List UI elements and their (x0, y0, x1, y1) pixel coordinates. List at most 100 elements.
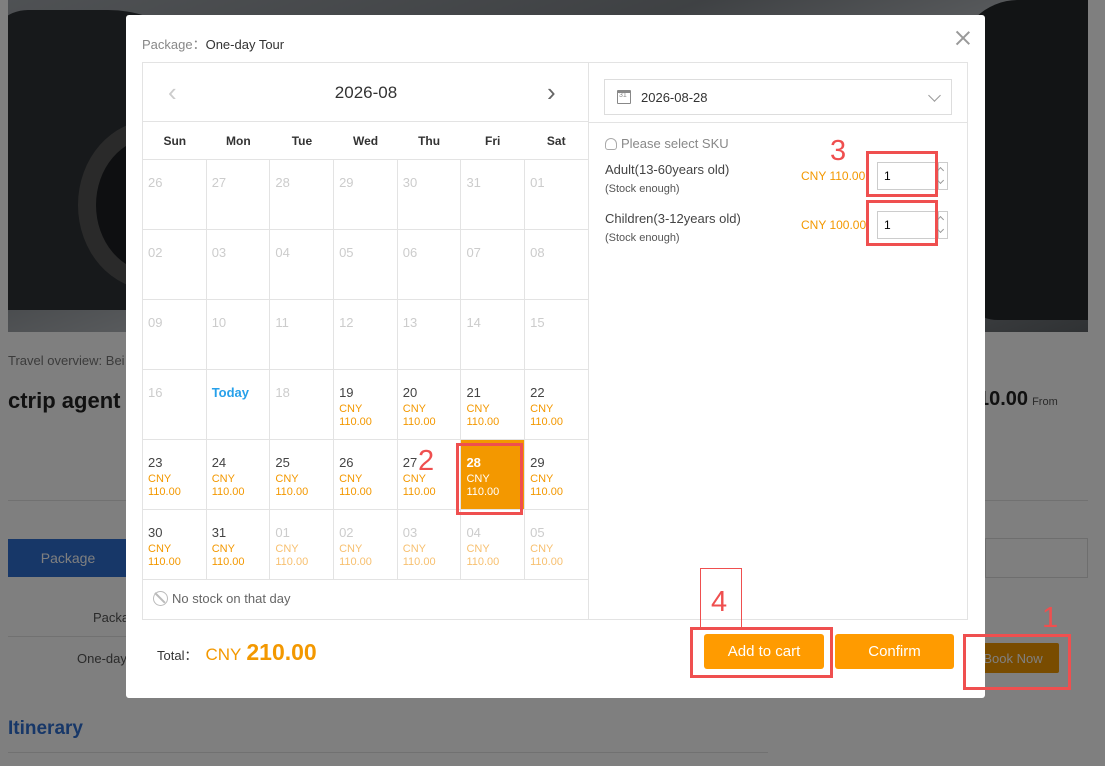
total: Total： CNY 210.00 (157, 639, 317, 666)
day-price: CNY 110.00 (339, 403, 372, 428)
day-number: 12 (339, 315, 354, 330)
calendar-day[interactable]: 04 CNY 110.00 (461, 510, 526, 580)
day-price: CNY 110.00 (402, 543, 436, 568)
date-select[interactable]: 2026-08-28 (604, 79, 952, 115)
day-price: CNY 110.00 (275, 543, 309, 568)
calendar-header: ‹ 2026-08 › (143, 63, 588, 122)
calendar-day[interactable]: 20 CNY 110.00 (397, 370, 462, 440)
calendar-day[interactable]: 30 CNY 110.00 (143, 510, 207, 580)
calendar-month: 2026-08 (334, 83, 398, 102)
annotation-number-2: 2 (418, 445, 435, 477)
day-number: 05 (339, 245, 354, 260)
calendar-day[interactable]: 29 CNY 110.00 (525, 440, 589, 510)
day-number: 01 (530, 175, 545, 190)
calendar-day: 03 (206, 230, 271, 300)
annotation-box-3b (866, 200, 938, 246)
annotation-number-3: 3 (830, 135, 847, 167)
day-number: 26 (148, 175, 163, 190)
calendar-day[interactable]: 19 CNY 110.00 (334, 370, 398, 440)
calendar-day[interactable]: 25 CNY 110.00 (270, 440, 335, 510)
calendar-day: 28 (270, 160, 335, 230)
sku-stock: (Stock enough) (605, 232, 680, 244)
calendar-day[interactable]: 26 CNY 110.00 (334, 440, 398, 510)
calendar-day: 13 (397, 300, 462, 370)
calendar-day[interactable]: 21 CNY 110.00 (461, 370, 526, 440)
package-name: One-day Tour (205, 37, 285, 52)
calendar-day: 29 (334, 160, 398, 230)
arrow-up-icon[interactable] (936, 215, 945, 224)
day-number: 30 (148, 525, 163, 540)
day-number: 19 (339, 385, 354, 400)
calendar-day: 06 (397, 230, 462, 300)
legend-text: No stock on that day (172, 591, 291, 606)
day-price: CNY 110.00 (466, 543, 500, 568)
weekday-label: Thu (418, 134, 441, 148)
day-number: 15 (530, 315, 545, 330)
day-number: 27 (211, 175, 227, 190)
day-number: 18 (275, 385, 290, 400)
calendar-day[interactable]: 24 CNY 110.00 (206, 440, 271, 510)
day-number: 07 (466, 245, 481, 260)
confirm-button[interactable]: Confirm (835, 634, 954, 669)
calendar-day: 11 (270, 300, 335, 370)
calendar-day: 07 (461, 230, 526, 300)
weekday-label: Sun (163, 134, 187, 148)
chevron-right-icon[interactable]: › (547, 79, 556, 105)
weekday-label: Tue (291, 134, 313, 148)
calendar-day: 01 (525, 160, 589, 230)
calendar-day: 16 (143, 370, 207, 440)
day-number: 09 (148, 315, 163, 330)
legend: No stock on that day (153, 591, 291, 606)
calendar-day[interactable]: 05 CNY 110.00 (525, 510, 589, 580)
weekday-label: Mon (226, 134, 251, 148)
sku-hint: Please select SKU (605, 136, 729, 151)
no-stock-icon (153, 591, 168, 606)
calendar-day[interactable]: 03 CNY 110.00 (397, 510, 462, 580)
day-number: 10 (211, 315, 227, 330)
weekday-label: Fri (485, 134, 501, 148)
day-price: CNY 110.00 (530, 403, 563, 428)
day-price: CNY 110.00 (211, 543, 245, 568)
day-number: 23 (148, 455, 163, 470)
day-number: 31 (466, 175, 481, 190)
day-number: 03 (402, 525, 418, 540)
day-number: 21 (466, 385, 481, 400)
selected-date: 2026-08-28 (641, 89, 708, 105)
calendar-day[interactable]: 01 CNY 110.00 (270, 510, 335, 580)
booking-modal: Package：One-day Tour ‹ 2026-08 › Sun Mon T… (126, 15, 985, 698)
day-price: CNY 110.00 (466, 403, 500, 428)
annotation-box-2 (456, 443, 523, 515)
total-amount: 210.00 (246, 639, 317, 665)
annotation-box-4 (690, 627, 833, 678)
calendar-day[interactable]: 22 CNY 110.00 (525, 370, 589, 440)
total-currency: CNY (205, 645, 242, 664)
close-icon[interactable] (954, 29, 972, 47)
arrow-down-icon[interactable] (936, 176, 945, 185)
calendar-day[interactable]: Today (206, 370, 271, 440)
day-number: 25 (275, 455, 290, 470)
calendar-day: 04 (270, 230, 335, 300)
total-label: Total： (157, 648, 198, 663)
weekday-header: Sun Mon Tue Wed Thu Fri Sat (143, 122, 588, 160)
sku-price: CNY 100.00 (801, 218, 867, 232)
sku-panel: 2026-08-28 Please select SKU Adult(13-60… (589, 63, 967, 619)
day-price: CNY 110.00 (275, 473, 309, 498)
day-number: 08 (530, 245, 545, 260)
calendar-day[interactable]: 02 CNY 110.00 (334, 510, 398, 580)
weekday-label: Sat (546, 134, 566, 148)
day-number: 16 (148, 385, 163, 400)
day-number: 14 (466, 315, 481, 330)
day-number: 03 (211, 245, 227, 260)
day-price: CNY 110.00 (402, 403, 436, 428)
calendar-day[interactable]: 23 CNY 110.00 (143, 440, 207, 510)
calendar-day[interactable]: 31 CNY 110.00 (206, 510, 271, 580)
calendar-grid: 26 27 28 29 30 31 01 02 03 04 05 06 07 08 09 10 11 12 13 14… (143, 160, 589, 580)
day-price: CNY 110.00 (148, 473, 181, 498)
calendar-day: 02 (143, 230, 207, 300)
calendar-day: 08 (525, 230, 589, 300)
arrow-up-icon[interactable] (936, 166, 945, 175)
sku-name: Adult(13-60years old) (605, 162, 730, 177)
day-number: 02 (339, 525, 354, 540)
day-number: 24 (211, 455, 227, 470)
arrow-down-icon[interactable] (936, 225, 945, 234)
